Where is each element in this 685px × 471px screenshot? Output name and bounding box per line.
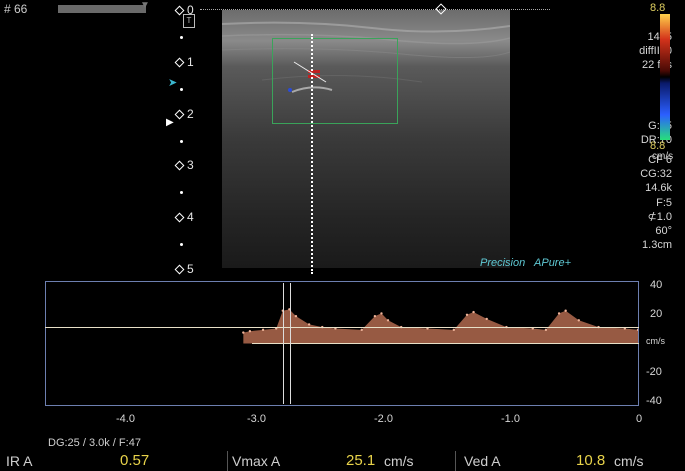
filter-label: F:5 xyxy=(656,196,672,209)
doppler-point xyxy=(261,328,265,332)
depth-diamond-icon xyxy=(174,57,185,68)
caliper-line[interactable] xyxy=(290,283,291,404)
gate-label: 1.3cm xyxy=(642,239,672,252)
measurement-label: Vmax A xyxy=(232,453,281,469)
measurement-label: IR A xyxy=(6,453,33,469)
measurement-ir[interactable]: IR A 0.57 xyxy=(0,451,228,471)
y-tick-zero: cm/s xyxy=(646,336,665,346)
apure-label: APure+ xyxy=(534,257,572,269)
top-progress-bar xyxy=(58,5,146,13)
cursor-line[interactable] xyxy=(311,34,314,274)
doppler-point xyxy=(294,314,298,318)
top-bar-marker-icon: ▼ xyxy=(140,0,150,11)
depth-dot xyxy=(180,36,183,39)
depth-diamond-icon xyxy=(174,212,185,223)
y-tick: 20 xyxy=(650,308,663,320)
measurement-unit: cm/s xyxy=(614,453,644,469)
doppler-point xyxy=(577,319,580,322)
doppler-point xyxy=(248,330,252,333)
measurement-ved[interactable]: Ved A 10.8 cm/s xyxy=(456,451,685,471)
doppler-settings: DG:25 / 3.0k / F:47 xyxy=(48,437,141,449)
depth-marker-5: 5 xyxy=(174,262,194,276)
x-tick: -3.0 xyxy=(247,413,266,425)
doppler-point xyxy=(307,323,311,326)
depth-marker-2: 2 xyxy=(174,107,194,121)
angle-label: 60° xyxy=(655,225,672,238)
depth-marker-4: 4 xyxy=(174,210,194,224)
depth-dot xyxy=(180,88,183,91)
probe-orientation-icon: T xyxy=(183,14,195,28)
depth-dot xyxy=(180,191,183,194)
measurement-value: 10.8 xyxy=(576,452,606,469)
depth-dot xyxy=(180,140,183,143)
measurement-value: 0.57 xyxy=(120,452,150,469)
depth-marker-3: 3 xyxy=(174,158,194,172)
x-tick: -4.0 xyxy=(116,413,135,425)
doppler-point xyxy=(242,331,245,334)
doppler-point xyxy=(452,328,456,332)
focus-marker-icon[interactable]: ➤ xyxy=(168,76,177,89)
color-scale-top: 8.8 xyxy=(650,2,666,14)
scale-line xyxy=(200,9,550,11)
measurement-value: 25.1 xyxy=(346,452,376,469)
doppler-point xyxy=(373,314,377,318)
depth-diamond-icon xyxy=(174,160,185,171)
color-scale-bar xyxy=(660,14,670,140)
precision-label: Precision xyxy=(480,257,526,269)
x-tick: -2.0 xyxy=(374,413,393,425)
doppler-point xyxy=(472,310,475,314)
angle-correction-label: ⊄1.0 xyxy=(647,210,672,223)
cg-label: CG:32 xyxy=(640,168,672,181)
x-tick: 0 xyxy=(636,413,643,425)
depth-diamond-icon xyxy=(174,264,185,275)
depth-dot xyxy=(180,243,183,246)
measurement-vmax[interactable]: Vmax A 25.1 cm/s xyxy=(228,451,456,471)
measurement-label: Ved A xyxy=(464,453,501,469)
doppler-point xyxy=(564,309,567,312)
color-scale-unit: cm/s xyxy=(652,151,674,162)
doppler-point xyxy=(386,319,390,322)
doppler-point xyxy=(544,328,548,332)
baseline-line xyxy=(45,327,639,328)
x-tick: -1.0 xyxy=(501,413,520,425)
brand-label: Precision APure+ xyxy=(480,257,571,269)
depth-diamond-icon xyxy=(174,109,185,120)
doppler-point xyxy=(465,313,469,316)
frame-counter: # 66 xyxy=(4,2,28,16)
y-tick: -20 xyxy=(646,366,662,378)
doppler-point xyxy=(485,317,488,321)
focal-zone-icon[interactable]: ▶ xyxy=(166,117,174,128)
zero-line xyxy=(252,343,639,344)
color-doppler-box[interactable] xyxy=(272,38,398,124)
doppler-point xyxy=(557,312,561,315)
y-tick: -40 xyxy=(646,395,662,407)
measurement-unit: cm/s xyxy=(384,453,414,469)
y-tick: 40 xyxy=(650,279,663,291)
angle-icon: ⊄ xyxy=(647,210,657,223)
depth-marker-1: 1 xyxy=(174,55,194,69)
prf-label: 14.6k xyxy=(645,182,672,195)
doppler-point xyxy=(360,328,363,332)
caliper-line[interactable] xyxy=(283,283,284,404)
doppler-point xyxy=(380,312,383,315)
